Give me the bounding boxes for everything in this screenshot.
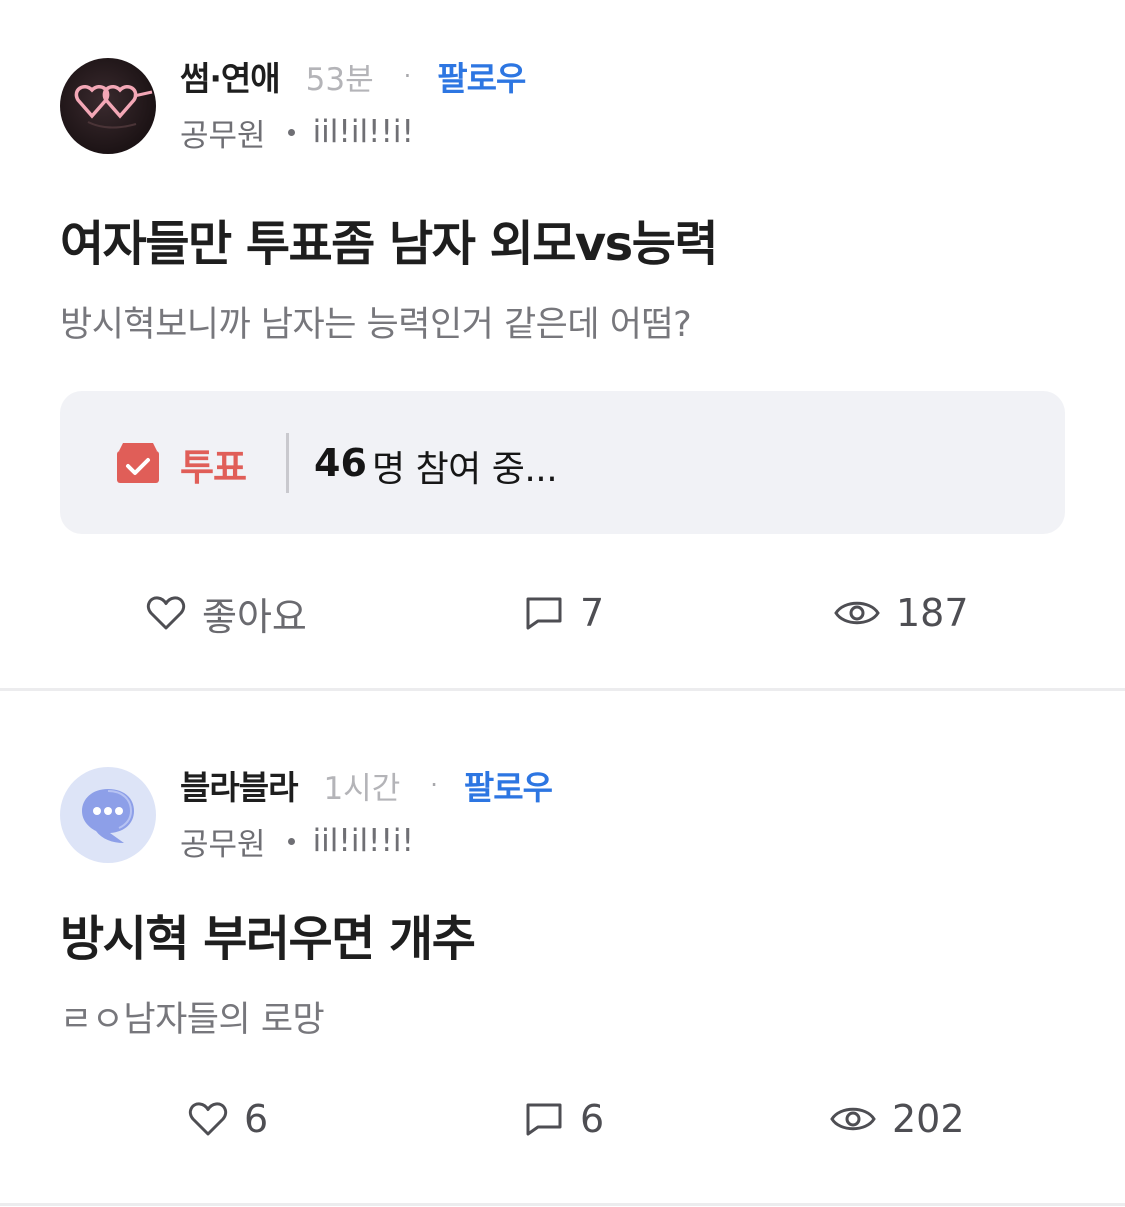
- post-title[interactable]: 방시혁 부러우면 개추: [60, 899, 476, 969]
- comment-icon: [526, 1103, 562, 1136]
- post-card[interactable]: 썸·연애 53분 · 팔로우 공무원 iil!il!!i! 여자들만 투표좀 남…: [0, 0, 1125, 688]
- author-nickname[interactable]: iil!il!!i!: [313, 114, 414, 150]
- view-count: 187: [834, 583, 969, 643]
- post-header: 블라블라 1시간 · 팔로우: [180, 765, 553, 807]
- eye-icon: [834, 601, 880, 625]
- view-count: 202: [830, 1089, 965, 1149]
- ballot-box-icon: [117, 443, 159, 483]
- like-button[interactable]: 좋아요: [146, 583, 307, 643]
- vote-participant-text: 명 참여 중...: [372, 449, 558, 490]
- like-count: 6: [244, 1097, 269, 1141]
- post-title[interactable]: 여자들만 투표좀 남자 외모vs능력: [60, 204, 719, 274]
- separator-dot: [287, 837, 295, 845]
- follow-button[interactable]: 팔로우: [437, 52, 526, 100]
- post-header: 썸·연애 53분 · 팔로우: [180, 56, 526, 98]
- post-preview[interactable]: 방시혁보니까 남자는 능력인거 같은데 어떰?: [60, 296, 692, 347]
- heart-icon: [188, 1102, 228, 1136]
- post-actions: 좋아요 7 187: [0, 583, 1125, 643]
- post-time: 1시간: [323, 770, 401, 807]
- comment-icon: [526, 597, 562, 630]
- board-avatar[interactable]: [60, 767, 156, 863]
- post-divider: [0, 1203, 1125, 1206]
- like-label: 좋아요: [202, 594, 307, 639]
- heart-glasses-icon: [74, 85, 153, 129]
- post-card[interactable]: 블라블라 1시간 · 팔로우 공무원 iil!il!!i! 방시혁 부러우면 개…: [0, 691, 1125, 1203]
- post-actions: 6 6 202: [0, 1089, 1125, 1149]
- author-job: 공무원: [180, 117, 266, 154]
- board-name[interactable]: 썸·연애: [180, 52, 281, 100]
- comment-count: 7: [580, 591, 605, 635]
- author-info: 공무원 iil!il!!i!: [180, 821, 414, 863]
- comment-button[interactable]: 7: [524, 583, 604, 643]
- author-job: 공무원: [180, 826, 266, 863]
- separator-dot: [287, 128, 295, 136]
- vote-participant-count: 46: [314, 441, 367, 485]
- follow-button[interactable]: 팔로우: [464, 761, 553, 809]
- separator-dot: ·: [430, 771, 438, 799]
- author-nickname[interactable]: iil!il!!i!: [313, 823, 414, 859]
- comment-count: 6: [580, 1097, 605, 1141]
- vote-banner[interactable]: 투표 46 명 참여 중...: [60, 391, 1065, 534]
- post-preview[interactable]: ㄹㅇ남자들의 로망: [60, 991, 325, 1042]
- eye-icon: [830, 1107, 876, 1131]
- vote-divider: [286, 433, 289, 493]
- author-info: 공무원 iil!il!!i!: [180, 112, 414, 154]
- like-button[interactable]: 6: [188, 1089, 268, 1149]
- heart-icon: [146, 596, 186, 630]
- board-avatar[interactable]: [60, 58, 156, 154]
- board-name[interactable]: 블라블라: [180, 761, 298, 809]
- separator-dot: ·: [403, 62, 412, 90]
- chat-bubble-icon: [82, 789, 134, 843]
- vote-label: 투표: [180, 446, 247, 489]
- view-count-value: 187: [896, 591, 969, 635]
- post-time: 53분: [305, 61, 374, 98]
- view-count-value: 202: [892, 1097, 965, 1141]
- comment-button[interactable]: 6: [524, 1089, 604, 1149]
